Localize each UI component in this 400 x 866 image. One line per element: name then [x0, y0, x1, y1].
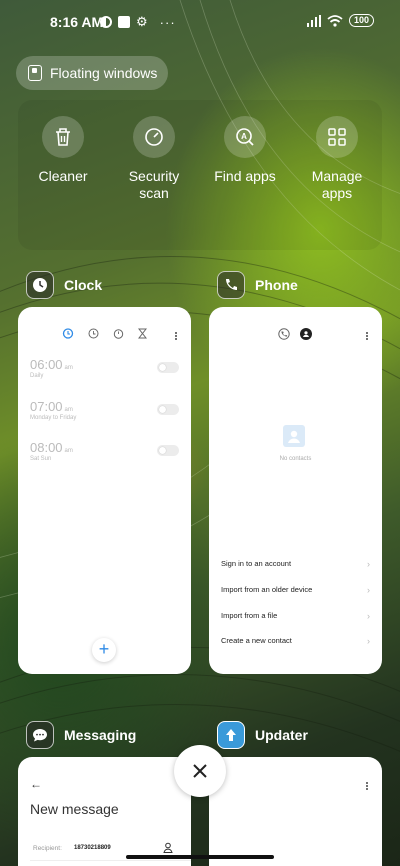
battery-indicator: 100 [348, 14, 374, 27]
find-apps-label: Find apps [214, 168, 276, 184]
gesture-nav-bar[interactable] [126, 855, 274, 859]
shield-gauge-icon [145, 128, 163, 146]
floating-windows-button[interactable]: Floating windows [16, 56, 168, 90]
contact-picker-icon[interactable] [163, 842, 173, 854]
alarm-repeat: Daily [30, 373, 44, 379]
svg-text:A: A [241, 132, 247, 141]
alarm-repeat: Monday to Friday [30, 415, 77, 421]
phone-app-name: Phone [255, 277, 298, 293]
alarm-ampm: am [64, 365, 73, 371]
updater-app-card[interactable] [209, 757, 382, 866]
clock-app-card[interactable]: 06:00 am Daily 07:00 am Monday to Friday 0… [18, 307, 191, 674]
clock-tabs [62, 327, 147, 339]
no-contacts-text: No contacts [279, 456, 312, 462]
manage-apps-label: Manage apps [311, 168, 363, 201]
clock-app-header[interactable]: Clock [26, 271, 102, 299]
alarm-repeat: Sat Sun [30, 456, 52, 462]
sign-in-option[interactable]: Sign in to an account › [221, 559, 370, 569]
stopwatch-tab-icon[interactable] [113, 328, 124, 339]
alarm-time: 08:00 [30, 440, 63, 455]
square-status-icon [118, 16, 130, 28]
chevron-right-icon: › [367, 585, 370, 595]
more-options-icon[interactable] [366, 331, 370, 341]
find-apps-button[interactable]: A Find apps [203, 116, 287, 185]
close-icon [193, 764, 207, 778]
alarm-toggle[interactable] [157, 404, 179, 415]
more-options-icon[interactable] [366, 781, 370, 791]
chevron-right-icon: › [367, 559, 370, 569]
alarm-ampm: am [64, 407, 73, 413]
more-options-icon[interactable] [175, 331, 179, 341]
more-status-icon: ··· [159, 14, 176, 30]
alarm-toggle[interactable] [157, 362, 179, 373]
gear-status-icon: ⚙ [136, 14, 148, 29]
status-time: 8:16 AM [50, 14, 104, 30]
alarm-ampm: am [64, 448, 73, 454]
messaging-app-name: Messaging [64, 727, 137, 743]
world-clock-tab-icon[interactable] [88, 328, 99, 339]
phone-app-header[interactable]: Phone [217, 271, 298, 299]
wifi-icon [327, 14, 343, 27]
import-file-option[interactable]: Import from a file › [221, 611, 370, 621]
grid-icon [328, 128, 346, 146]
updater-app-name: Updater [255, 727, 308, 743]
messaging-icon [26, 721, 54, 749]
recipient-label: Recipient: [33, 845, 62, 852]
phone-app-card[interactable]: No contacts Sign in to an account › Impor… [209, 307, 382, 674]
updater-app-header[interactable]: Updater [217, 721, 308, 749]
chevron-right-icon: › [367, 611, 370, 621]
close-all-button[interactable] [174, 745, 226, 797]
timer-tab-icon[interactable] [138, 328, 147, 339]
option-label: Create a new contact [221, 636, 292, 645]
import-older-device-option[interactable]: Import from an older device › [221, 585, 370, 595]
contacts-tab-icon[interactable] [300, 328, 312, 340]
floating-windows-label: Floating windows [50, 65, 158, 81]
security-scan-button[interactable]: Security scan [112, 116, 196, 202]
create-contact-option[interactable]: Create a new contact › [221, 636, 370, 646]
chevron-right-icon: › [367, 636, 370, 646]
alarm-toggle[interactable] [157, 445, 179, 456]
phone-icon [217, 271, 245, 299]
floating-window-icon [28, 65, 42, 81]
divider [30, 860, 191, 861]
alarm-time: 06:00 [30, 357, 63, 372]
option-label: Import from an older device [221, 585, 313, 594]
alarm-tab-icon[interactable] [62, 327, 74, 339]
alarm-time: 07:00 [30, 399, 63, 414]
security-scan-label: Security scan [128, 168, 180, 201]
back-arrow-icon[interactable]: ← [30, 777, 42, 791]
trash-icon [56, 128, 70, 146]
status-bar: 8:16 AM ⚙ ··· 100 [0, 10, 400, 34]
cleaner-label: Cleaner [38, 168, 88, 184]
clock-app-name: Clock [64, 277, 103, 293]
search-app-icon: A [236, 128, 254, 146]
phone-tabs [278, 328, 312, 340]
option-label: Sign in to an account [221, 559, 292, 568]
signal-icon [306, 14, 321, 27]
quick-actions-panel: Cleaner Security scan A Find apps Manage… [18, 100, 382, 250]
updater-icon [217, 721, 245, 749]
call-log-tab-icon[interactable] [278, 328, 290, 340]
messaging-app-header[interactable]: Messaging [26, 721, 136, 749]
clock-icon [26, 271, 54, 299]
recipient-value[interactable]: 18730218809 [74, 845, 111, 851]
messaging-app-card[interactable]: ← New message Recipient: 18730218809 [18, 757, 191, 866]
option-label: Import from a file [221, 611, 278, 620]
pie-status-icon [100, 16, 112, 28]
add-alarm-button[interactable]: + [92, 638, 116, 662]
cleaner-button[interactable]: Cleaner [21, 116, 105, 185]
contact-placeholder-icon [283, 425, 305, 447]
manage-apps-button[interactable]: Manage apps [295, 116, 379, 202]
new-message-title: New message [30, 801, 119, 817]
